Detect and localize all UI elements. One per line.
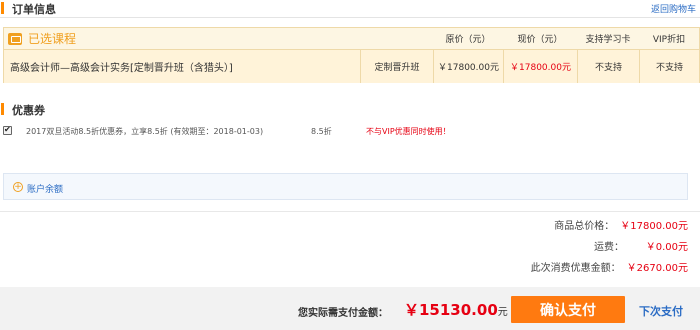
course-original-price: ￥17800.00元 <box>433 50 503 83</box>
course-name: 高级会计师—高级会计实务[定制晋升班（含猎头）] <box>10 63 233 74</box>
selected-courses-label: 已选课程 <box>8 28 76 49</box>
table-row: 高级会计师—高级会计实务[定制晋升班（含猎头）] 定制晋升班 ￥17800.00… <box>4 49 699 83</box>
pay-amount-value: ￥15130.00 <box>404 301 498 319</box>
pay-amount-label: 您实际需支付金额： <box>298 308 388 319</box>
pay-amount: ￥15130.00元 <box>404 299 508 320</box>
account-balance-label[interactable]: 账户余额 <box>27 182 63 195</box>
payment-footer: 您实际需支付金额： ￥15130.00元 确认支付 下次支付 <box>0 287 700 330</box>
divider <box>0 211 700 212</box>
discount-value: ￥2670.00元 <box>626 262 688 274</box>
divider <box>0 17 700 18</box>
coupon-discount: 8.5折 <box>311 127 332 136</box>
header-original-price: 原价（元） <box>445 35 491 45</box>
shipping-value: ￥0.00元 <box>645 241 688 253</box>
course-study-card: 不支持 <box>577 50 639 83</box>
table-header-row: 已选课程 原价（元） 现价（元） 支持学习卡 VIP折扣 <box>4 28 699 49</box>
confirm-payment-button[interactable]: 确认支付 <box>511 296 625 323</box>
pay-amount-unit: 元 <box>497 307 508 318</box>
account-balance-panel[interactable]: + 账户余额 <box>3 173 688 200</box>
shipping-label: 运费： <box>594 241 624 253</box>
expand-plus-icon[interactable]: + <box>13 182 23 192</box>
coupon-warning: 不与VIP优惠同时使用！ <box>366 127 451 136</box>
course-current-price: ￥17800.00元 <box>503 50 577 83</box>
header-current-price: 现价（元） <box>517 35 563 45</box>
coupon-checkbox[interactable] <box>3 125 12 135</box>
shipping-row: 运费： ￥0.00元 <box>594 238 688 253</box>
discount-label: 此次消费优惠金额： <box>530 262 621 274</box>
coupon-description: 2017双旦活动8.5折优惠券，立享8.5折 (有效期至：2018-01-03) <box>26 127 264 136</box>
course-table: 已选课程 原价（元） 现价（元） 支持学习卡 VIP折扣 高级会计师—高级会计实… <box>3 27 700 83</box>
discount-row: 此次消费优惠金额： ￥2670.00元 <box>530 259 688 274</box>
header-vip-discount: VIP折扣 <box>652 35 686 45</box>
coupon-item: 2017双旦活动8.5折优惠券，立享8.5折 (有效期至：2018-01-03)… <box>0 124 700 140</box>
coupon-header: 优惠券 <box>0 101 700 119</box>
header-study-card: 支持学习卡 <box>585 35 631 45</box>
cart-icon <box>8 32 22 45</box>
course-type: 定制晋升班 <box>360 50 433 83</box>
selected-courses-text: 已选课程 <box>28 32 77 46</box>
order-info-title: 订单信息 <box>12 3 56 16</box>
course-vip-discount: 不支持 <box>639 50 699 83</box>
total-price-value: ￥17800.00元 <box>620 220 688 232</box>
total-price-label: 商品总价格： <box>554 220 615 232</box>
order-info-header: 订单信息 返回购物车 <box>0 0 700 18</box>
total-price-row: 商品总价格： ￥17800.00元 <box>554 217 688 232</box>
coupon-title: 优惠券 <box>12 104 45 117</box>
back-to-cart-link[interactable]: 返回购物车 <box>651 2 696 15</box>
section-marker <box>1 2 4 14</box>
pay-later-link[interactable]: 下次支付 <box>639 303 683 319</box>
section-marker <box>1 103 4 115</box>
